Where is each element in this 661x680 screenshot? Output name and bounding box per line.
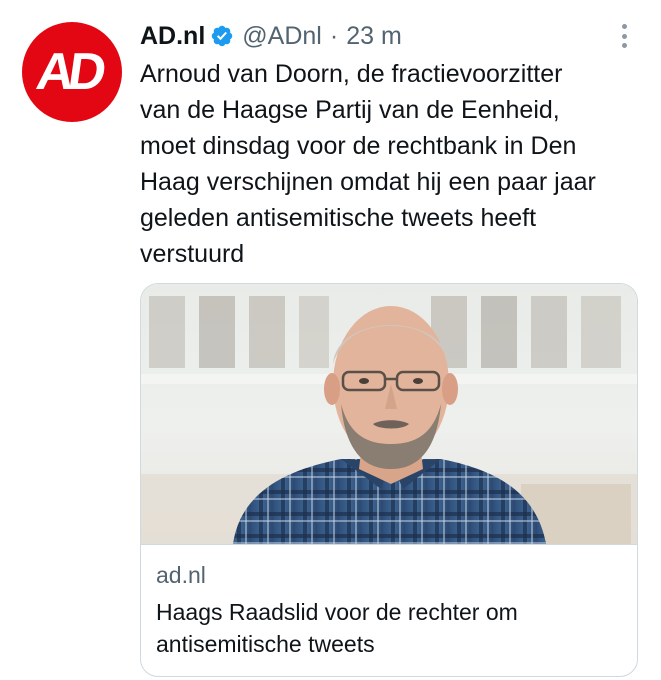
tweet-text: Arnoud van Doorn, de fractievoorzitter v… [140,60,596,268]
avatar-logo: AD [33,43,105,101]
tweet-header: AD.nl @ADnl · 23 m [140,18,402,54]
author-avatar[interactable]: AD [22,22,122,122]
card-title[interactable]: Haags Raadslid voor de rechter om antise… [156,596,616,660]
link-card[interactable]: ad.nl Haags Raadslid voor de rechter om … [140,283,638,677]
card-divider [141,544,637,545]
more-options-icon[interactable] [612,22,636,50]
tweet-timestamp[interactable]: 23 m [346,22,402,51]
separator-dot: · [329,21,339,50]
tweet[interactable]: AD AD.nl @ADnl · 23 m Arnoud van Doorn, … [0,0,661,680]
author-handle[interactable]: @ADnl [242,22,322,51]
card-image [141,284,637,544]
verified-badge-icon [210,24,234,48]
card-domain: ad.nl [156,562,206,588]
author-display-name[interactable]: AD.nl [140,22,205,51]
